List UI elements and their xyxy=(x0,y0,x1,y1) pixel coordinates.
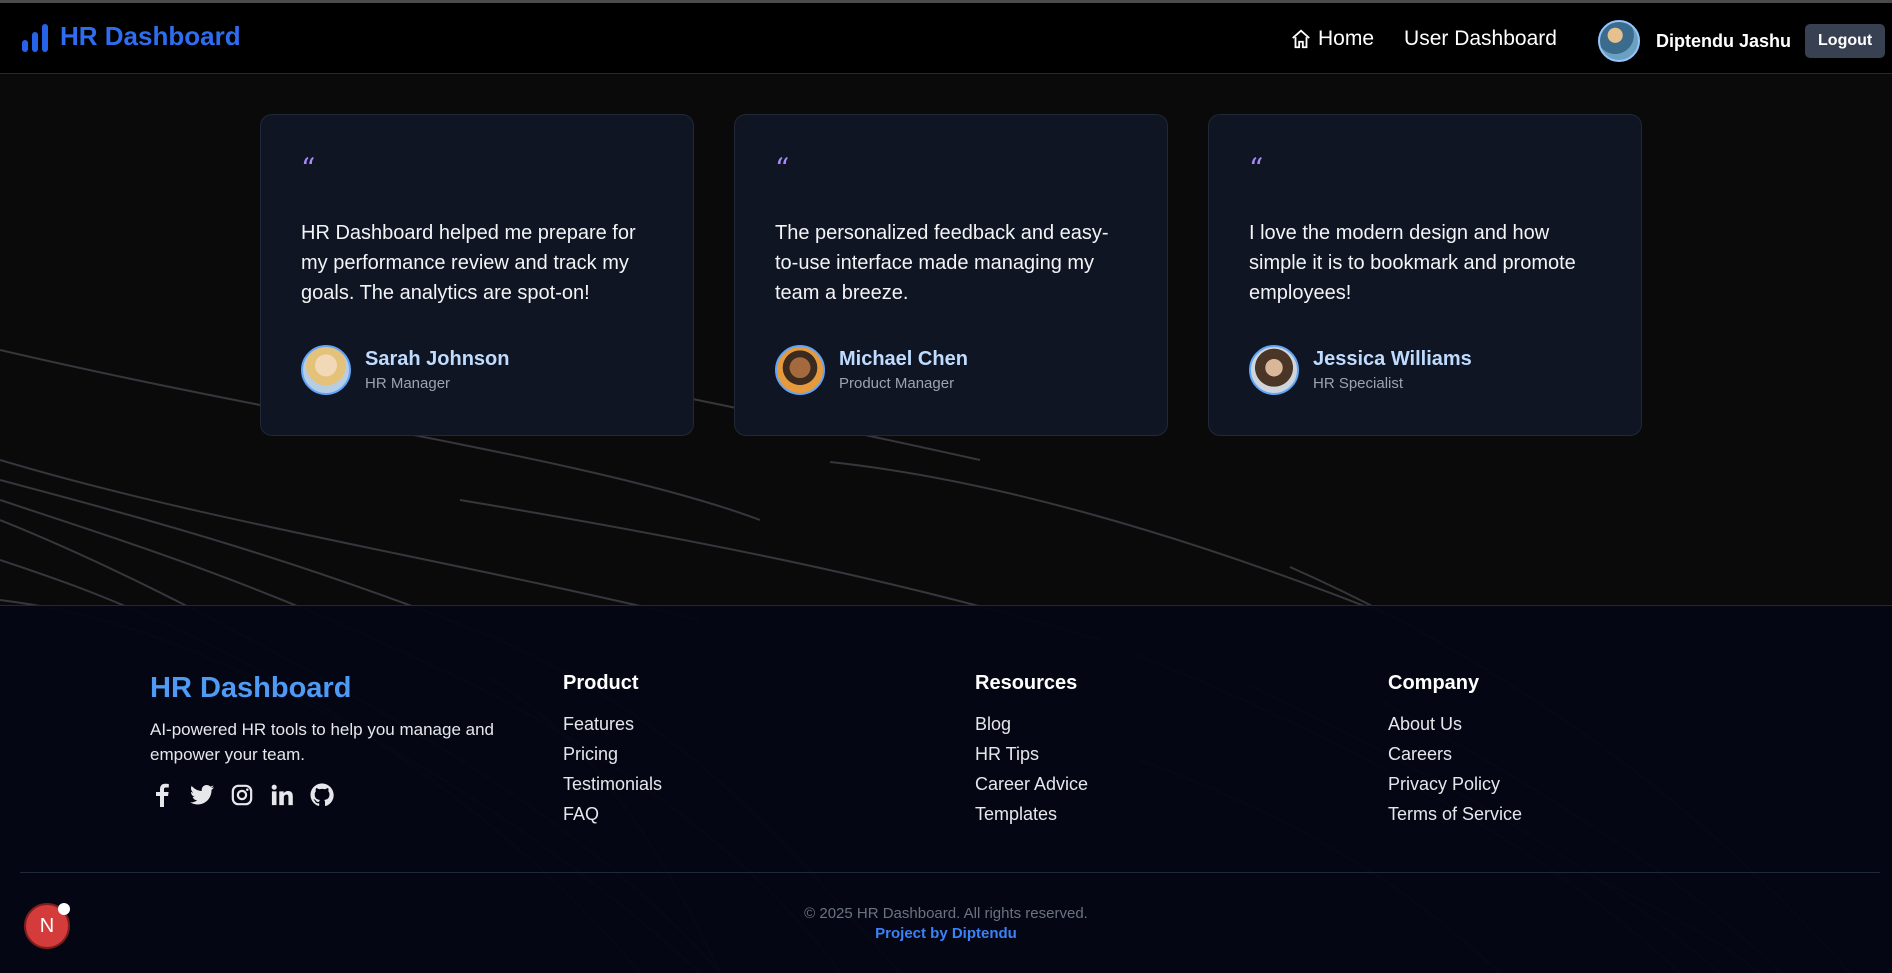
copyright-text: © 2025 HR Dashboard. All rights reserved… xyxy=(804,905,1088,922)
author-role: Product Manager xyxy=(839,375,955,392)
author-name: Sarah Johnson xyxy=(365,348,510,370)
home-icon xyxy=(1292,29,1310,49)
brand-title: HR Dashboard xyxy=(60,21,241,51)
site-footer: HR Dashboard AI-powered HR tools to help… xyxy=(0,605,1892,973)
social-links xyxy=(150,783,530,807)
testimonial-card: “ I love the modern design and how simpl… xyxy=(1208,114,1642,436)
footer-link[interactable]: Career Advice xyxy=(975,769,1088,799)
facebook-icon[interactable] xyxy=(150,783,174,807)
footer-link[interactable]: Features xyxy=(563,709,662,739)
nav-home-label: Home xyxy=(1318,27,1375,50)
testimonial-text: The personalized feedback and easy-to-us… xyxy=(775,222,1109,304)
footer-link[interactable]: Templates xyxy=(975,799,1088,829)
quote-icon: “ xyxy=(1249,152,1264,185)
nav-home-link[interactable]: Home xyxy=(1290,27,1374,51)
top-navbar: HR Dashboard Home User Dashboard Diptend… xyxy=(0,0,1892,74)
nav-user-dashboard-link[interactable]: User Dashboard xyxy=(1404,27,1557,51)
avatar xyxy=(301,345,351,395)
project-credit-link[interactable]: Project by Diptendu xyxy=(0,925,1892,942)
testimonial-card: “ HR Dashboard helped me prepare for my … xyxy=(260,114,694,436)
user-avatar[interactable] xyxy=(1598,20,1640,62)
brand-logo[interactable]: HR Dashboard xyxy=(22,21,241,52)
author-name: Jessica Williams xyxy=(1313,348,1472,370)
footer-title: HR Dashboard xyxy=(150,672,352,704)
linkedin-icon[interactable] xyxy=(270,783,294,807)
author-role: HR Specialist xyxy=(1313,375,1404,392)
quote-icon: “ xyxy=(301,152,316,185)
footer-link[interactable]: Privacy Policy xyxy=(1388,769,1522,799)
footer-link[interactable]: Testimonials xyxy=(563,769,662,799)
footer-link[interactable]: HR Tips xyxy=(975,739,1088,769)
footer-column-product: Product Features Pricing Testimonials FA… xyxy=(563,672,662,829)
footer-link[interactable]: About Us xyxy=(1388,709,1522,739)
footer-brand: HR Dashboard AI-powered HR tools to help… xyxy=(150,672,530,807)
footer-link[interactable]: Blog xyxy=(975,709,1088,739)
github-icon[interactable] xyxy=(310,783,334,807)
author-role: HR Manager xyxy=(365,375,451,392)
footer-column-title: Resources xyxy=(975,672,1078,694)
footer-link[interactable]: Terms of Service xyxy=(1388,799,1522,829)
instagram-icon[interactable] xyxy=(230,783,254,807)
footer-column-title: Company xyxy=(1388,672,1480,694)
avatar xyxy=(775,345,825,395)
bar-chart-icon xyxy=(22,22,48,52)
quote-icon: “ xyxy=(775,152,790,185)
testimonial-text: HR Dashboard helped me prepare for my pe… xyxy=(301,222,636,304)
footer-tagline: AI-powered HR tools to help you manage a… xyxy=(150,720,494,764)
footer-divider xyxy=(20,872,1880,873)
user-name: Diptendu Jashu xyxy=(1656,30,1792,51)
author-name: Michael Chen xyxy=(839,348,968,370)
testimonial-text: I love the modern design and how simple … xyxy=(1249,222,1576,304)
main-nav: Home User Dashboard xyxy=(1290,27,1557,51)
testimonial-card: “ The personalized feedback and easy-to-… xyxy=(734,114,1168,436)
testimonial-author: Michael Chen Product Manager xyxy=(775,345,968,395)
nav-user-dashboard-label: User Dashboard xyxy=(1404,27,1557,50)
footer-link[interactable]: Pricing xyxy=(563,739,662,769)
footer-column-title: Product xyxy=(563,672,639,694)
footer-column-company: Company About Us Careers Privacy Policy … xyxy=(1388,672,1522,829)
testimonials-section: “ HR Dashboard helped me prepare for my … xyxy=(260,114,1642,436)
testimonial-author: Jessica Williams HR Specialist xyxy=(1249,345,1472,395)
footer-link[interactable]: FAQ xyxy=(563,799,662,829)
avatar xyxy=(1249,345,1299,395)
twitter-icon[interactable] xyxy=(190,783,214,807)
user-menu: Diptendu Jashu Logout xyxy=(1598,20,1886,62)
logout-button[interactable]: Logout xyxy=(1805,24,1886,58)
footer-link[interactable]: Careers xyxy=(1388,739,1522,769)
footer-column-resources: Resources Blog HR Tips Career Advice Tem… xyxy=(975,672,1088,829)
notification-dot xyxy=(58,903,70,915)
testimonial-author: Sarah Johnson HR Manager xyxy=(301,345,509,395)
